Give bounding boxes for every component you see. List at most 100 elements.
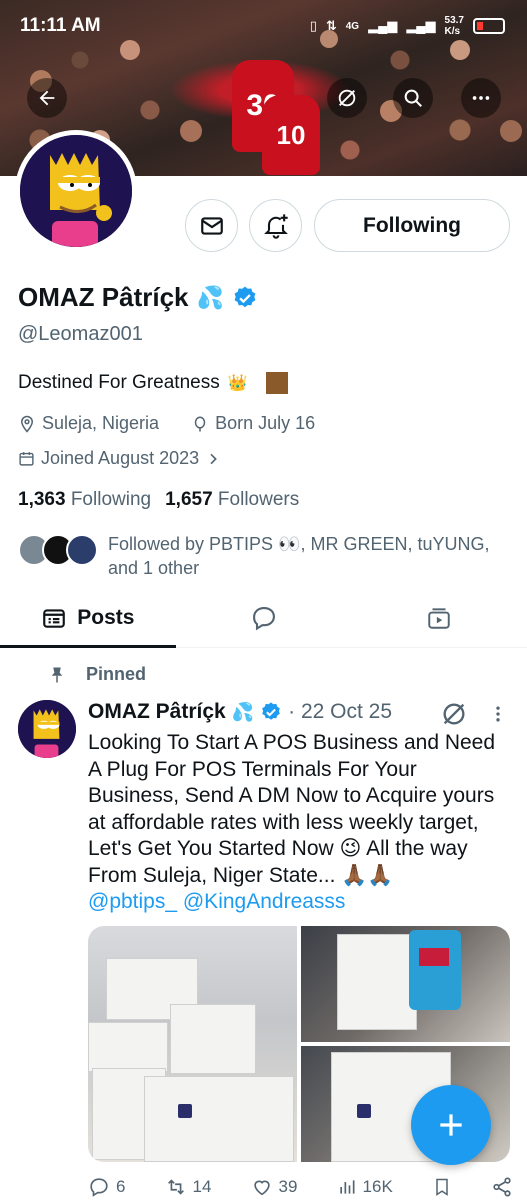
player-right-number: 10 — [276, 119, 306, 150]
followers-stat[interactable]: 1,657 Followers — [165, 489, 299, 511]
mutual-avatar-3 — [66, 534, 98, 566]
profile-name: OMAZ Pâtríçk — [18, 282, 189, 312]
pinned-label: Pinned — [86, 664, 147, 684]
crown-emoji: 👑 — [227, 375, 248, 392]
like-count: 39 — [278, 1177, 298, 1196]
back-arrow-icon — [39, 90, 55, 106]
pin-icon — [51, 667, 63, 682]
following-stat[interactable]: 1,363 Following — [18, 489, 151, 511]
network-label: 4G — [345, 20, 360, 32]
post-author-name[interactable]: OMAZ Pâtríçk — [88, 700, 226, 724]
profile-name-row: OMAZ Pâtríçk 💦 — [18, 282, 258, 313]
post-date[interactable]: · 22 Oct 25 — [288, 700, 392, 724]
post-image-1[interactable] — [88, 926, 297, 1162]
reply-action[interactable]: 6 — [88, 1176, 125, 1198]
verified-badge-icon[interactable] — [232, 285, 258, 311]
joined-text: Joined August 2023 — [41, 448, 200, 468]
chevron-right-icon — [210, 453, 217, 464]
signal-icon-2: ▂▄▆ — [406, 18, 436, 33]
search-icon — [404, 89, 422, 107]
share-action[interactable] — [491, 1176, 513, 1198]
following-button[interactable]: Following — [314, 199, 510, 252]
signal-icon: ▂▄▆ — [368, 18, 398, 33]
more-dots-icon — [472, 96, 490, 100]
balloon-icon — [194, 416, 206, 431]
speed-unit: K/s — [444, 26, 461, 37]
profile-avatar[interactable] — [15, 130, 137, 252]
follow-stats: 1,363 Following 1,657 Followers — [18, 489, 299, 511]
posts-icon — [43, 608, 66, 628]
status-time: 11:11 AM — [20, 15, 101, 36]
more-button[interactable] — [461, 78, 501, 118]
mutual-avatars — [18, 532, 98, 568]
post-header: OMAZ Pâtríçk 💦 · 22 Oct 25 — [88, 700, 392, 724]
back-button[interactable] — [27, 78, 67, 118]
tab-replies[interactable] — [176, 588, 352, 647]
repost-icon — [167, 1179, 184, 1195]
grok-icon[interactable] — [440, 700, 468, 728]
post-author-emoji: 💦 — [231, 701, 255, 722]
following-count: 1,363 — [18, 489, 66, 510]
joined-row[interactable]: Joined August 2023 — [18, 448, 221, 469]
grok-button[interactable] — [327, 78, 367, 118]
profile-meta-row: Suleja, Nigeria Born July 16 — [18, 413, 315, 434]
status-bar: 11:11 AM ▯ ⇅ 4G ▂▄▆ ▂▄▆ 53.7 K/s — [0, 0, 527, 52]
bookmark-icon — [436, 1178, 448, 1196]
cartoon-avatar-image — [20, 135, 132, 247]
speed-value: 53.7 — [444, 15, 464, 26]
search-button[interactable] — [393, 78, 433, 118]
location-text: Suleja, Nigeria — [42, 413, 160, 433]
views-bar-icon — [339, 1180, 355, 1194]
post-mentions[interactable]: @pbtips_ @KingAndreasss — [88, 890, 345, 913]
message-button[interactable] — [185, 199, 238, 252]
post-image-2[interactable] — [301, 926, 510, 1042]
post-actions: 6 14 39 16K — [88, 1176, 513, 1198]
name-emoji: 💦 — [196, 284, 224, 310]
envelope-icon — [200, 216, 223, 235]
vibrate-icon: ▯ — [309, 18, 317, 33]
followers-label: Followers — [217, 489, 300, 510]
speed-readout: 53.7 K/s — [445, 15, 464, 37]
location-pin-icon — [20, 415, 34, 433]
post-body: Looking To Start A POS Business and Need… — [88, 730, 508, 916]
bio-text: Destined For Greatness — [18, 372, 220, 393]
player-right: 10 — [262, 95, 320, 175]
reply-count: 6 — [116, 1177, 126, 1196]
followed-by-row[interactable]: Followed by PBTIPS 👀, MR GREEN, tuYUNG, … — [18, 532, 508, 580]
bookmark-action[interactable] — [432, 1176, 452, 1198]
cartoon-avatar-small-image — [18, 700, 76, 758]
data-transfer-icon: ⇅ — [325, 18, 337, 33]
tab-media[interactable] — [351, 588, 527, 647]
battery-icon — [473, 18, 505, 34]
reply-icon — [90, 1178, 108, 1197]
like-action[interactable]: 39 — [251, 1176, 298, 1198]
plus-icon — [440, 1114, 462, 1136]
tab-posts[interactable]: Posts — [0, 588, 176, 648]
calendar-icon — [19, 452, 34, 466]
verified-badge-icon — [262, 702, 280, 720]
repost-count: 14 — [192, 1177, 212, 1196]
repost-action[interactable]: 14 — [165, 1176, 212, 1198]
reply-bubble-icon — [252, 606, 275, 630]
post-author-avatar[interactable] — [18, 700, 76, 758]
grok-icon — [338, 89, 356, 107]
views-action[interactable]: 16K — [337, 1177, 393, 1197]
profile-handle: @Leomaz001 — [18, 323, 143, 345]
share-icon — [493, 1177, 511, 1197]
birthday-text: Born July 16 — [215, 413, 316, 433]
tab-posts-label: Posts — [77, 605, 135, 629]
profile-tabs: Posts — [0, 588, 527, 648]
post-more-icon[interactable] — [488, 703, 508, 725]
bell-plus-icon — [263, 213, 288, 239]
followers-count: 1,657 — [165, 489, 213, 510]
notify-button[interactable] — [249, 199, 302, 252]
media-icon — [428, 607, 450, 629]
pinned-label-row: Pinned — [48, 664, 146, 685]
post-text: Looking To Start A POS Business and Need… — [88, 731, 496, 887]
heart-icon — [253, 1180, 270, 1196]
compose-button[interactable] — [411, 1085, 491, 1165]
profile-bio: Destined For Greatness 👑 — [18, 372, 288, 394]
status-icons: ▯ ⇅ 4G ▂▄▆ ▂▄▆ 53.7 K/s — [310, 15, 505, 37]
views-count: 16K — [362, 1177, 393, 1196]
followed-by-text: Followed by PBTIPS 👀, MR GREEN, tuYUNG, … — [108, 534, 490, 578]
